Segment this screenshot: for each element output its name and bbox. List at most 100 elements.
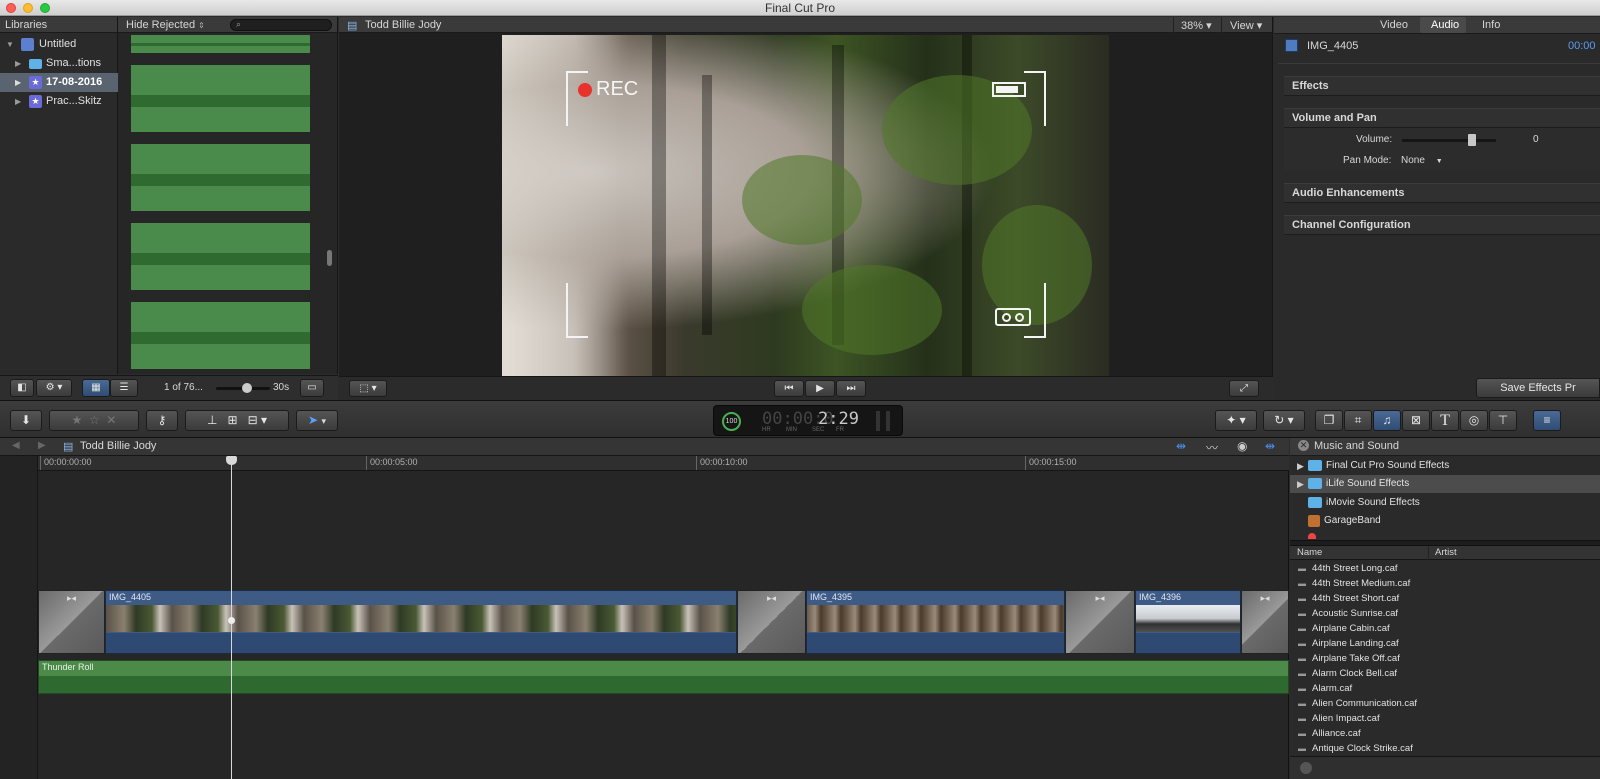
- search-input[interactable]: ⌕: [230, 19, 332, 31]
- audio-thumbnail[interactable]: [131, 223, 310, 290]
- retime-menu-button[interactable]: ↻ ▾: [1263, 410, 1305, 431]
- close-icon[interactable]: ✕: [1298, 440, 1309, 451]
- filter-menu[interactable]: Hide Rejected ⇕: [126, 19, 205, 31]
- sound-file-item[interactable]: Antique Clock Strike.caf: [1290, 741, 1600, 756]
- keyword-button[interactable]: ⚷: [146, 410, 178, 431]
- timeline-clip-img-4396[interactable]: IMG_4396: [1135, 590, 1241, 654]
- tab-info[interactable]: Info: [1482, 19, 1500, 31]
- library-item-untitled[interactable]: ▼ Untitled: [0, 35, 118, 54]
- solo-icon[interactable]: ◉: [1237, 439, 1247, 453]
- effects-browser-button[interactable]: ❐: [1315, 410, 1343, 431]
- titles-browser-button[interactable]: T: [1431, 410, 1459, 431]
- sound-file-item[interactable]: Airplane Take Off.caf: [1290, 651, 1600, 666]
- filmstrip-view-button[interactable]: ▦: [82, 379, 110, 397]
- rating-buttons[interactable]: ★ ☆ ✕: [49, 410, 139, 431]
- disclosure-down-icon[interactable]: ▼: [6, 35, 14, 54]
- browser-scrollbar[interactable]: [327, 250, 332, 266]
- pan-mode-select[interactable]: None ▼: [1401, 155, 1443, 166]
- list-view-button[interactable]: ☰: [110, 379, 138, 397]
- connect-clip-icon[interactable]: ⊥: [207, 413, 217, 427]
- sound-file-item[interactable]: Airplane Landing.caf: [1290, 636, 1600, 651]
- photos-browser-button[interactable]: ⌗: [1344, 410, 1372, 431]
- zoom-menu[interactable]: 38% ▾: [1181, 19, 1212, 32]
- volume-slider-knob[interactable]: [1468, 134, 1476, 146]
- cross-dissolve-transition[interactable]: ▸◂: [737, 590, 806, 654]
- audio-thumbnail[interactable]: [131, 144, 310, 211]
- gear-menu-button[interactable]: ⚙ ▾: [36, 379, 72, 397]
- clip-appearance-button[interactable]: ▭: [300, 379, 324, 397]
- effects-section[interactable]: Effects: [1284, 76, 1600, 96]
- tab-video[interactable]: Video: [1380, 19, 1408, 31]
- cross-dissolve-transition[interactable]: ▸◂: [1241, 590, 1289, 654]
- themes-browser-button[interactable]: ⊤: [1489, 410, 1517, 431]
- volume-pan-section[interactable]: Volume and Pan: [1284, 108, 1600, 128]
- next-edit-button[interactable]: ⏭: [836, 380, 866, 397]
- disclosure-right-icon[interactable]: ▶: [15, 73, 21, 92]
- sound-file-item[interactable]: 44th Street Short.caf: [1290, 591, 1600, 606]
- sound-file-item[interactable]: Alien Impact.caf: [1290, 711, 1600, 726]
- audio-skimming-icon[interactable]: 〰: [1206, 439, 1218, 456]
- audio-thumbnail[interactable]: [131, 65, 310, 132]
- timeline-clip-img-4395[interactable]: IMG_4395: [806, 590, 1065, 654]
- timecode-display[interactable]: 100 00:00:0 2:29 HR MIN SEC FR: [713, 405, 903, 436]
- column-artist[interactable]: Artist: [1435, 547, 1457, 558]
- clip-size-slider[interactable]: [216, 383, 270, 393]
- cross-dissolve-transition[interactable]: ▸◂: [1065, 590, 1135, 654]
- channel-configuration-section[interactable]: Channel Configuration: [1284, 215, 1600, 235]
- play-button[interactable]: ▶: [805, 380, 835, 397]
- sound-file-item[interactable]: Alarm.caf: [1290, 681, 1600, 696]
- reject-x-icon[interactable]: ✕: [106, 413, 116, 427]
- audio-thumbnail[interactable]: [131, 302, 310, 369]
- transitions-browser-button[interactable]: ⊠: [1402, 410, 1430, 431]
- disclosure-right-icon[interactable]: ▶: [1297, 475, 1304, 493]
- library-item-practice-skitz[interactable]: ▶ ★ Prac...Skitz: [0, 92, 118, 111]
- slider-knob[interactable]: [242, 383, 252, 393]
- enhancements-menu-button[interactable]: ✦ ▾: [1215, 410, 1257, 431]
- skimming-icon[interactable]: ⇹: [1176, 439, 1186, 453]
- sound-file-item[interactable]: Alarm Clock Bell.caf: [1290, 666, 1600, 681]
- sound-file-item[interactable]: Alien Communication.caf: [1290, 696, 1600, 711]
- insert-clip-icon[interactable]: ⊞: [227, 413, 237, 427]
- volume-value[interactable]: 0: [1533, 134, 1539, 145]
- tab-audio[interactable]: Audio: [1431, 19, 1459, 31]
- back-arrow-icon[interactable]: ◀: [12, 440, 20, 451]
- column-name[interactable]: Name: [1297, 547, 1322, 558]
- transform-menu-button[interactable]: ⬚ ▾: [349, 380, 387, 397]
- library-item-smart-collections[interactable]: ▶ Sma...tions: [0, 54, 118, 73]
- audio-enhancements-section[interactable]: Audio Enhancements: [1284, 183, 1600, 203]
- show-libraries-button[interactable]: ◧: [10, 379, 34, 397]
- audio-clip-thunder-roll[interactable]: Thunder Roll: [38, 660, 1289, 694]
- disclosure-right-icon[interactable]: ▶: [15, 54, 21, 73]
- inspector-toggle-button[interactable]: ≡: [1533, 410, 1561, 431]
- import-button[interactable]: ⬇: [10, 410, 42, 431]
- playhead-handle[interactable]: [226, 456, 237, 465]
- save-effects-preset-button[interactable]: Save Effects Pr: [1476, 378, 1600, 398]
- music-folder-ilife-sound-effects[interactable]: ▶ iLife Sound Effects: [1290, 475, 1600, 493]
- library-item-event-17-08-2016[interactable]: ▶ ★ 17-08-2016: [0, 73, 118, 92]
- previous-edit-button[interactable]: ⏮: [774, 380, 804, 397]
- snapping-icon[interactable]: ⇹: [1265, 439, 1275, 453]
- view-menu[interactable]: View ▾: [1230, 19, 1262, 32]
- video-frame[interactable]: REC: [502, 35, 1109, 376]
- music-folder-garageband[interactable]: GarageBand: [1290, 512, 1600, 530]
- forward-arrow-icon[interactable]: ▶: [38, 440, 46, 451]
- favorite-star-icon[interactable]: ★: [72, 413, 83, 427]
- music-folder-imovie-sound-effects[interactable]: iMovie Sound Effects: [1290, 494, 1600, 512]
- sound-file-item[interactable]: Alliance.caf: [1290, 726, 1600, 741]
- music-folder-fcp-sound-effects[interactable]: ▶ Final Cut Pro Sound Effects: [1290, 457, 1600, 475]
- timeline-clip-img-4405[interactable]: IMG_4405: [105, 590, 737, 654]
- sound-file-item[interactable]: Acoustic Sunrise.caf: [1290, 606, 1600, 621]
- disclosure-right-icon[interactable]: ▶: [15, 92, 21, 111]
- fullscreen-button[interactable]: ⤢: [1229, 380, 1259, 397]
- select-tool-button[interactable]: ➤ ▾: [296, 410, 338, 431]
- audio-thumbnail[interactable]: [131, 35, 310, 53]
- sound-file-item[interactable]: 44th Street Medium.caf: [1290, 576, 1600, 591]
- cross-dissolve-transition[interactable]: ▸◂: [38, 590, 105, 654]
- edit-mode-buttons[interactable]: ⊥ ⊞ ⊟ ▾: [185, 410, 289, 431]
- disclosure-right-icon[interactable]: ▶: [1297, 457, 1304, 475]
- unrate-star-icon[interactable]: ☆: [89, 413, 100, 427]
- music-browser-button[interactable]: ♫: [1373, 410, 1401, 431]
- play-preview-icon[interactable]: [1300, 762, 1312, 774]
- append-clip-icon[interactable]: ⊟: [248, 413, 258, 427]
- generators-browser-button[interactable]: ◎: [1460, 410, 1488, 431]
